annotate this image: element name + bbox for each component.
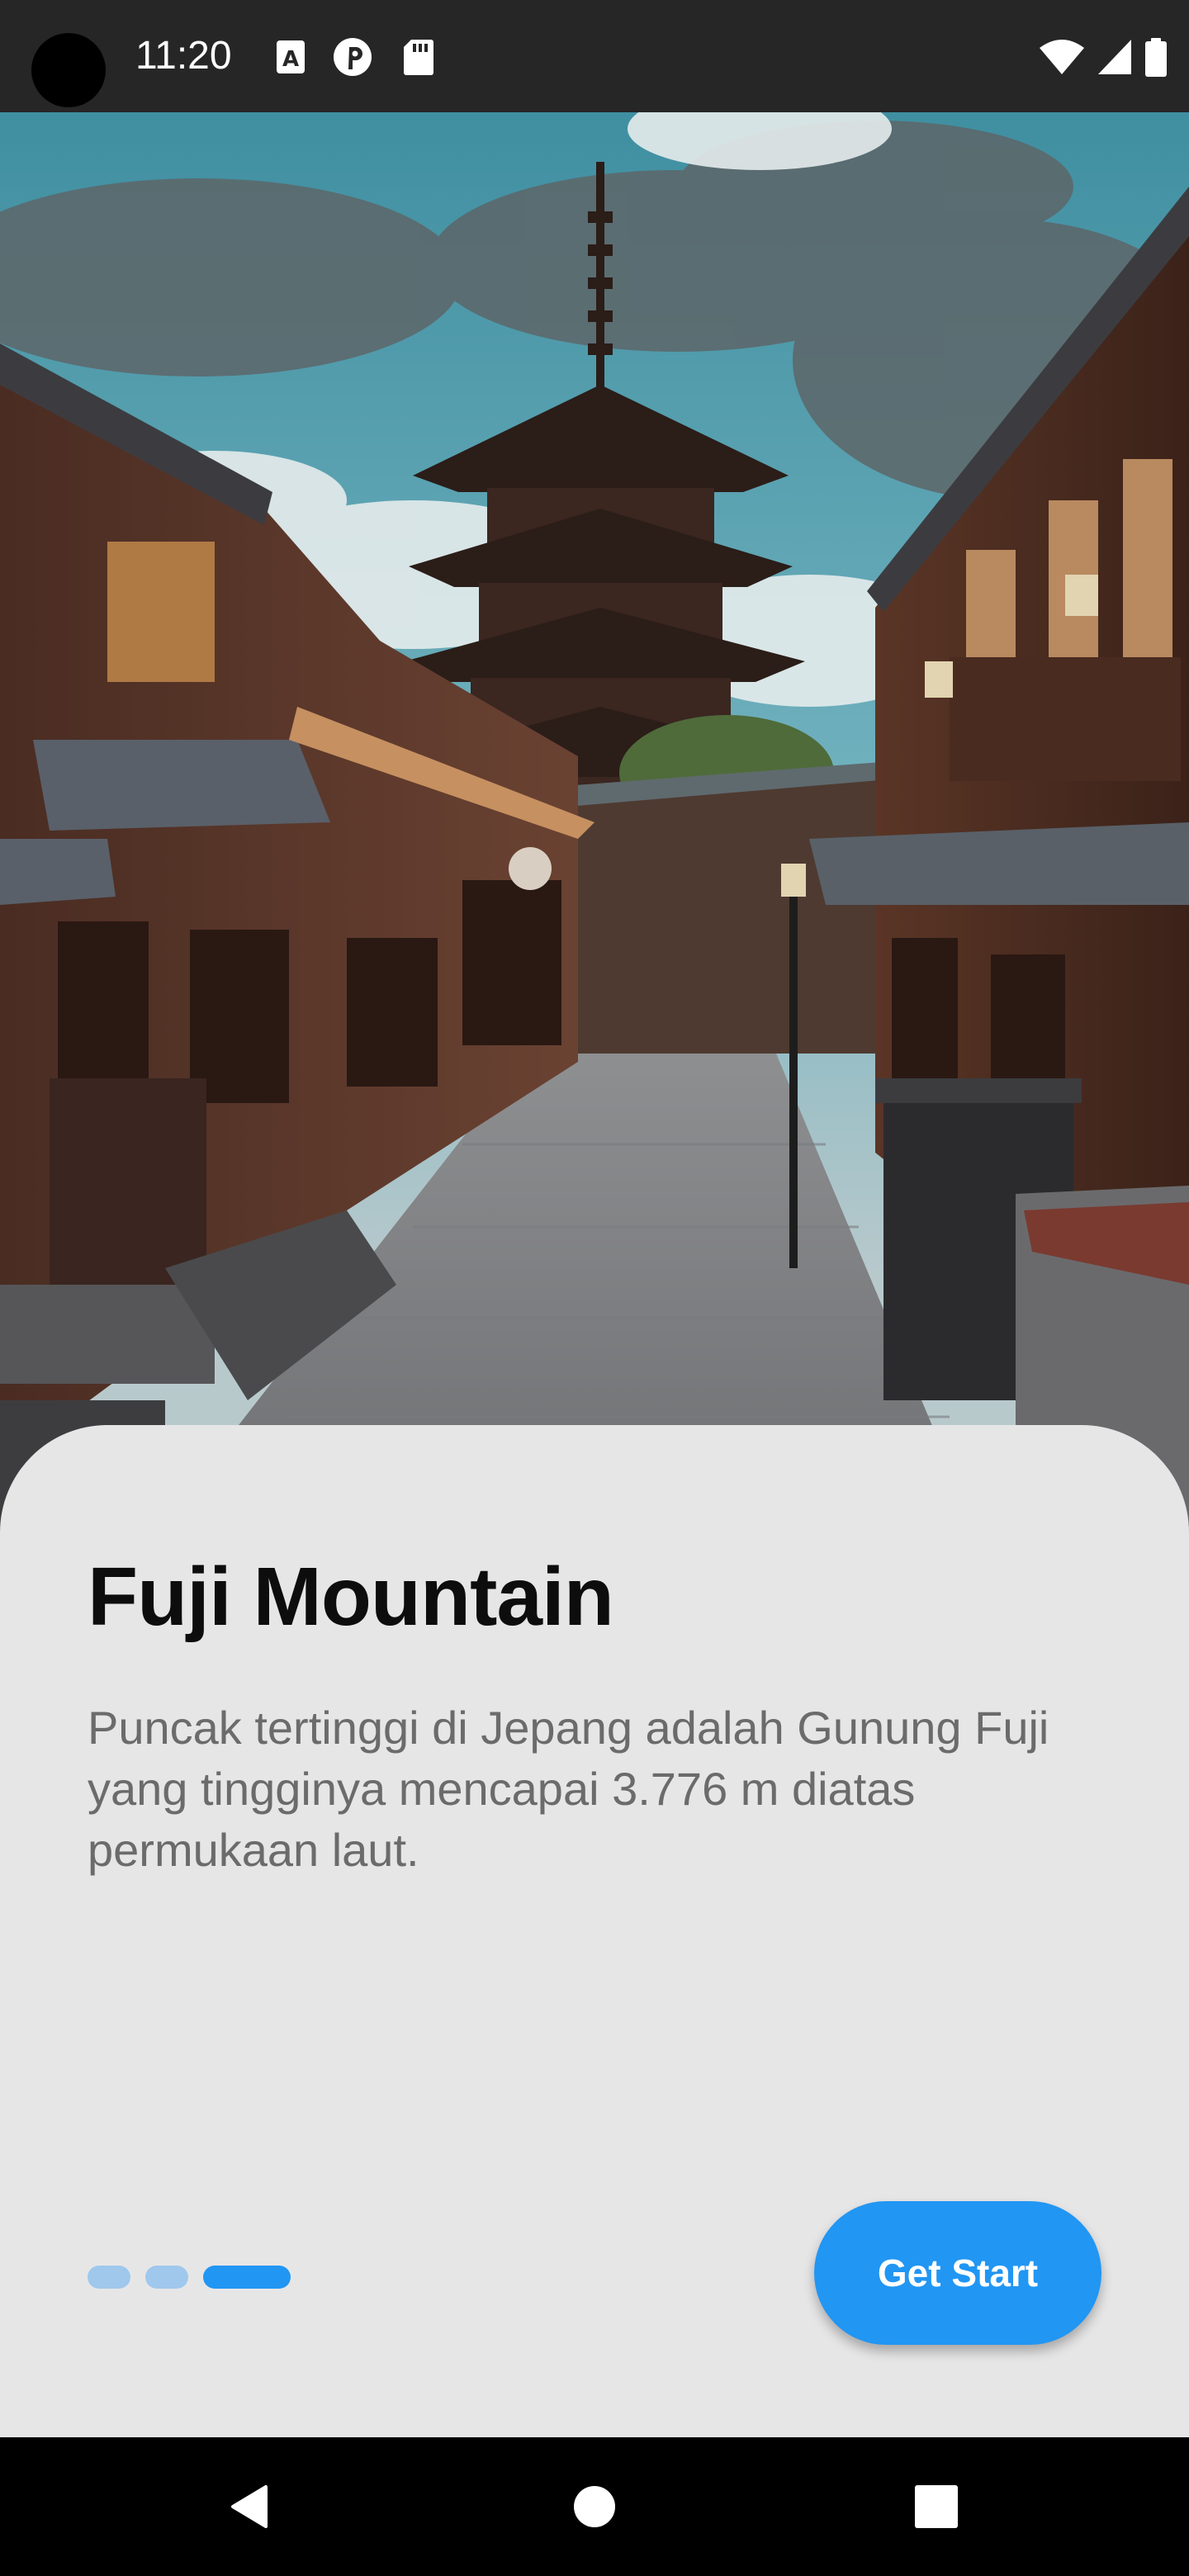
onboarding-description: Puncak tertinggi di Jepang adalah Gunung… (88, 1702, 1049, 1876)
status-bar: 11:20 A (0, 0, 1189, 112)
back-icon[interactable] (215, 2472, 284, 2541)
get-start-button[interactable]: Get Start (814, 2201, 1101, 2345)
page-dot[interactable] (145, 2266, 188, 2289)
system-nav-bar (0, 2437, 1189, 2576)
recents-icon[interactable] (902, 2472, 971, 2541)
onboarding-screen: 11:20 A Fuji Mountain Puncak tertinggi d… (0, 0, 1189, 2576)
page-dot[interactable] (88, 2266, 130, 2289)
font-a-icon: A (276, 38, 306, 76)
page-dot-active[interactable] (203, 2266, 291, 2289)
home-icon[interactable] (560, 2472, 629, 2541)
battery-icon (1144, 38, 1168, 77)
cell-signal-icon (1097, 38, 1133, 76)
hero-image (0, 112, 1189, 1565)
sd-card-icon (403, 38, 434, 76)
onboarding-title: Fuji Mountain (88, 1551, 614, 1643)
camera-cutout (31, 33, 106, 107)
wifi-icon (1039, 38, 1085, 76)
onboarding-card: Fuji Mountain Puncak tertinggi di Jepang… (0, 1425, 1189, 2437)
status-time: 11:20 (135, 34, 232, 78)
pinterest-like-icon (332, 38, 373, 76)
svg-text:A: A (282, 47, 299, 72)
